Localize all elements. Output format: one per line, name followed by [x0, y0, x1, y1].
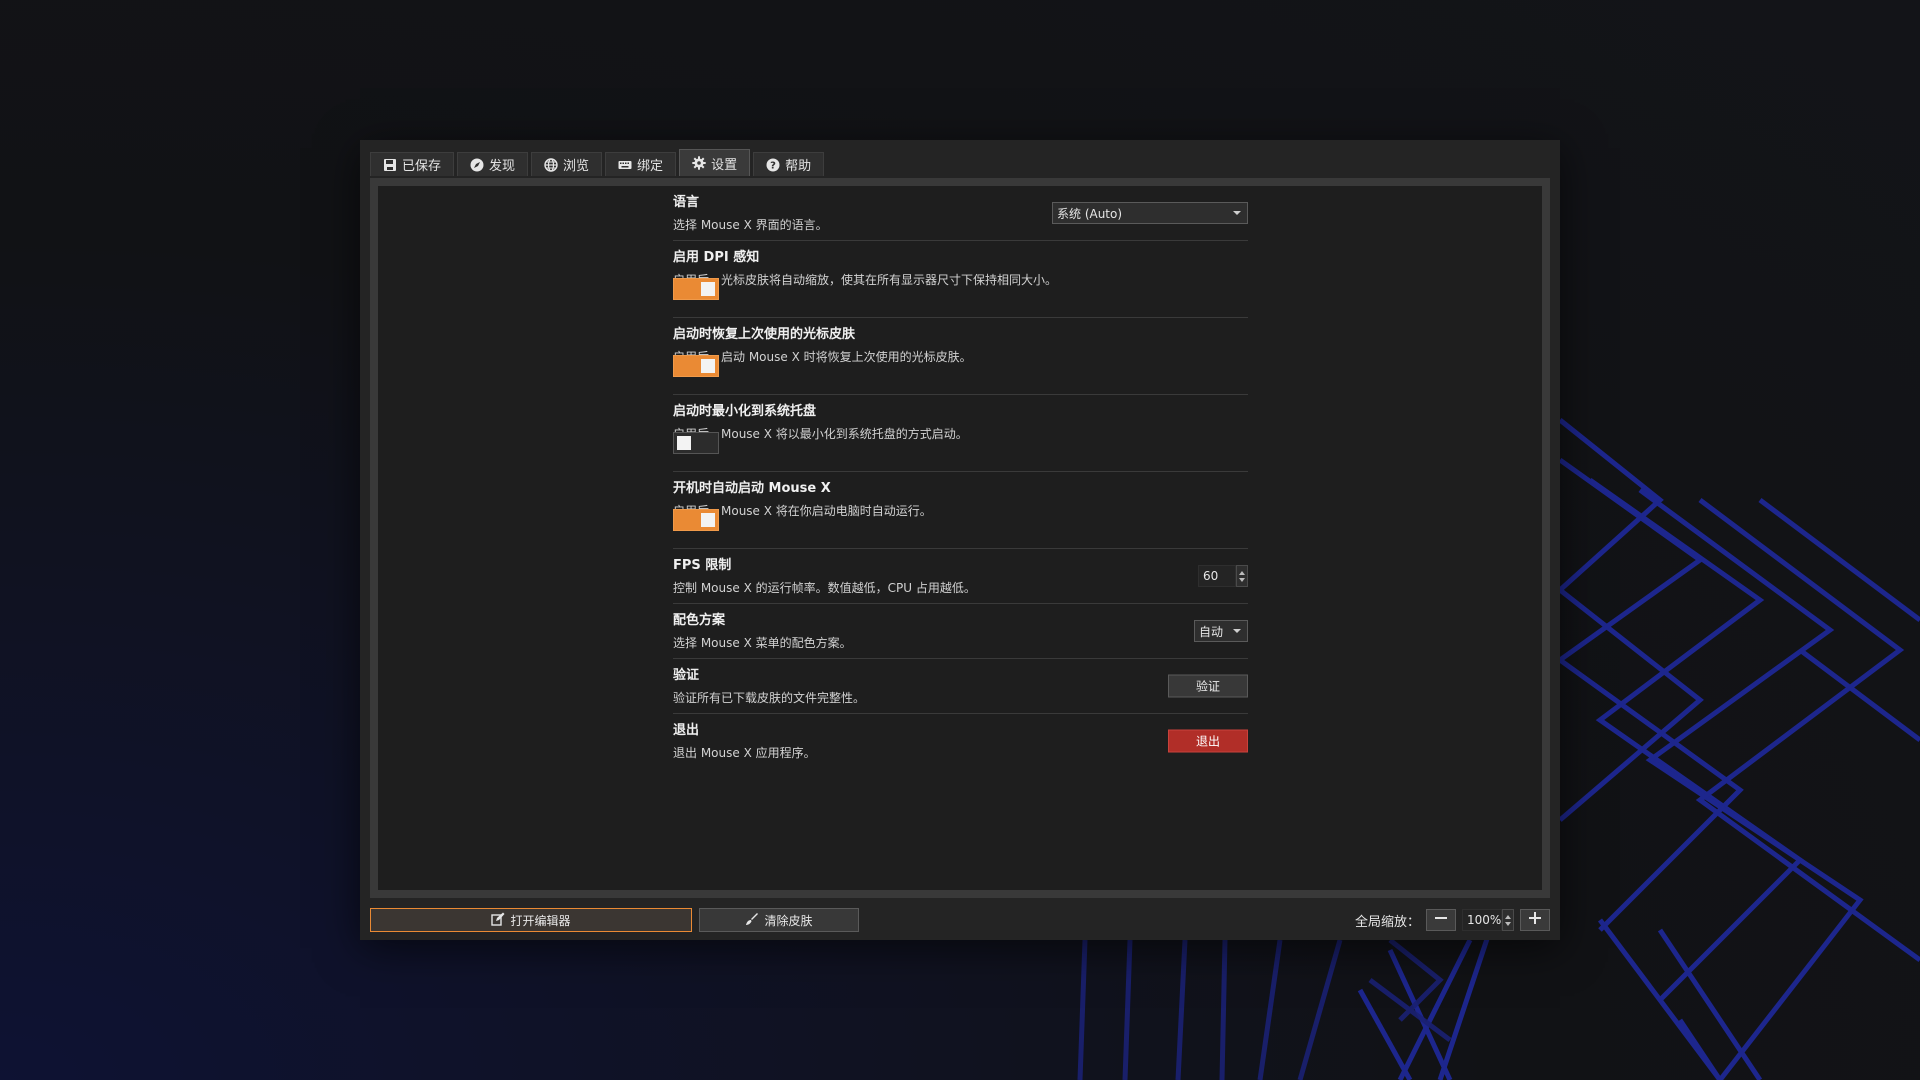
color-scheme-select[interactable]: 自动	[1194, 620, 1248, 642]
fps-stepper[interactable]	[1236, 565, 1248, 587]
settings-panel-inner: 语言 选择 Mouse X 界面的语言。 系统 (Auto) 启用 DPI 感知…	[378, 186, 1542, 890]
tab-help[interactable]: ? 帮助	[753, 152, 825, 176]
setting-title: 验证	[673, 668, 700, 683]
setting-exit: 退出 退出 Mouse X 应用程序。 退出	[673, 714, 1248, 768]
help-icon: ?	[766, 158, 780, 172]
language-select-value: 系统 (Auto)	[1057, 206, 1123, 221]
setting-title: 启动时最小化到系统托盘	[673, 404, 817, 419]
brush-icon	[745, 912, 759, 929]
setting-restore-skin: 启动时恢复上次使用的光标皮肤 启用后，启动 Mouse X 时将恢复上次使用的光…	[673, 318, 1248, 395]
tab-label: 已保存	[402, 159, 442, 174]
chevron-down-icon	[1233, 629, 1241, 633]
setting-title: 配色方案	[673, 613, 726, 628]
clear-skin-button[interactable]: 清除皮肤	[699, 908, 859, 932]
toggle-knob	[701, 513, 715, 527]
restore-skin-toggle[interactable]	[673, 355, 719, 377]
verify-button[interactable]: 验证	[1168, 674, 1248, 698]
edit-icon	[491, 912, 505, 929]
setting-verify: 验证 验证所有已下载皮肤的文件完整性。 验证	[673, 659, 1248, 714]
zoom-label: 全局缩放：	[1354, 914, 1420, 930]
clear-skin-label: 清除皮肤	[764, 913, 813, 928]
setting-title: 退出	[673, 723, 700, 738]
setting-language: 语言 选择 Mouse X 界面的语言。 系统 (Auto)	[673, 186, 1248, 241]
tab-settings[interactable]: 设置	[679, 149, 751, 176]
setting-title: 启用 DPI 感知	[673, 250, 760, 265]
global-zoom-control: 全局缩放： 100%	[1355, 908, 1550, 932]
setting-description: 选择 Mouse X 菜单的配色方案。	[673, 636, 852, 650]
settings-panel: 语言 选择 Mouse X 界面的语言。 系统 (Auto) 启用 DPI 感知…	[370, 178, 1550, 898]
minimize-tray-toggle[interactable]	[673, 432, 719, 454]
setting-description: 启用后，光标皮肤将自动缩放，使其在所有显示器尺寸下保持相同大小。	[673, 273, 1058, 287]
setting-description: 启用后，启动 Mouse X 时将恢复上次使用的光标皮肤。	[673, 350, 972, 364]
tab-bar: 已保存 发现 浏览 绑定 设置 ? 帮助	[370, 149, 825, 178]
tab-bindings[interactable]: 绑定	[605, 152, 677, 176]
zoom-in-button[interactable]	[1520, 909, 1550, 931]
minus-icon	[1434, 911, 1448, 929]
globe-icon	[544, 157, 558, 172]
setting-color-scheme: 配色方案 选择 Mouse X 菜单的配色方案。 自动	[673, 604, 1248, 659]
setting-description: 控制 Mouse X 的运行帧率。数值越低，CPU 占用越低。	[673, 581, 976, 595]
autostart-toggle[interactable]	[673, 509, 719, 531]
setting-description: 退出 Mouse X 应用程序。	[673, 746, 816, 760]
tab-saved[interactable]: 已保存	[370, 152, 455, 176]
tab-label: 绑定	[637, 159, 664, 174]
increment-arrow-icon[interactable]	[1505, 914, 1511, 919]
setting-autostart: 开机时自动启动 Mouse X 启用后，Mouse X 将在你启动电脑时自动运行…	[673, 472, 1248, 549]
plus-icon	[1528, 911, 1542, 929]
compass-icon	[470, 158, 484, 172]
zoom-value[interactable]: 100%	[1462, 909, 1502, 931]
tab-label: 帮助	[785, 159, 812, 174]
language-select[interactable]: 系统 (Auto)	[1052, 202, 1248, 224]
fps-value[interactable]: 60	[1198, 565, 1236, 587]
color-scheme-value: 自动	[1199, 624, 1224, 639]
bottom-bar: 打开编辑器 清除皮肤 全局缩放： 100%	[370, 908, 1550, 932]
chevron-down-icon	[1233, 211, 1241, 215]
setting-description: 启用后，Mouse X 将在你启动电脑时自动运行。	[673, 504, 932, 518]
toggle-knob	[701, 359, 715, 373]
exit-button[interactable]: 退出	[1168, 729, 1248, 753]
open-editor-button[interactable]: 打开编辑器	[370, 908, 692, 932]
setting-description: 启用后，Mouse X 将以最小化到系统托盘的方式启动。	[673, 427, 968, 441]
fps-spinbox[interactable]: 60	[1198, 565, 1248, 587]
tab-discover[interactable]: 发现	[457, 152, 529, 176]
tab-label: 设置	[711, 157, 738, 173]
toggle-knob	[677, 436, 691, 450]
open-editor-label: 打开编辑器	[510, 913, 571, 928]
zoom-stepper[interactable]	[1502, 909, 1514, 931]
dpi-toggle[interactable]	[673, 278, 719, 300]
setting-title: 开机时自动启动 Mouse X	[673, 481, 831, 496]
tab-label: 发现	[489, 159, 516, 174]
toggle-knob	[701, 282, 715, 296]
tab-label: 浏览	[563, 159, 590, 174]
svg-text:?: ?	[770, 160, 776, 171]
setting-minimize-tray: 启动时最小化到系统托盘 启用后，Mouse X 将以最小化到系统托盘的方式启动。	[673, 395, 1248, 472]
setting-fps-limit: FPS 限制 控制 Mouse X 的运行帧率。数值越低，CPU 占用越低。 6…	[673, 549, 1248, 604]
setting-title: FPS 限制	[673, 558, 732, 573]
zoom-spinbox[interactable]: 100%	[1462, 909, 1514, 931]
settings-list: 语言 选择 Mouse X 界面的语言。 系统 (Auto) 启用 DPI 感知…	[673, 186, 1248, 768]
setting-description: 验证所有已下载皮肤的文件完整性。	[673, 691, 866, 705]
keyboard-icon	[618, 158, 632, 172]
decrement-arrow-icon[interactable]	[1505, 921, 1511, 926]
increment-arrow-icon[interactable]	[1239, 570, 1245, 575]
decrement-arrow-icon[interactable]	[1239, 577, 1245, 582]
save-icon	[383, 158, 397, 172]
setting-title: 启动时恢复上次使用的光标皮肤	[673, 327, 856, 342]
zoom-out-button[interactable]	[1426, 909, 1456, 931]
main-window: 已保存 发现 浏览 绑定 设置 ? 帮助 语言 选择 Mouse X 界面的语言…	[360, 140, 1560, 940]
gear-icon	[692, 156, 706, 170]
setting-dpi: 启用 DPI 感知 启用后，光标皮肤将自动缩放，使其在所有显示器尺寸下保持相同大…	[673, 241, 1248, 318]
tab-browse[interactable]: 浏览	[531, 152, 603, 176]
